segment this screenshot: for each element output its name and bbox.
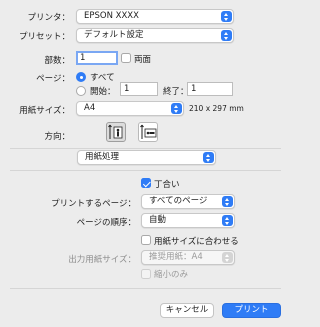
pages-to-label: 終了： [163,87,189,97]
portrait-button[interactable] [106,122,126,142]
pages-all-label: すべて [90,73,115,83]
divider [10,288,281,289]
pages-from-label: 開始： [90,87,116,97]
output-paper-size-label: 出力用紙サイズ： [68,255,136,265]
landscape-button[interactable] [138,122,158,142]
pages-to-print-value: すべてのページ [149,196,208,206]
chevron-updown-icon [221,11,232,22]
chevron-updown-icon [222,215,233,226]
scale-down-only-label: 縮小のみ [154,270,189,280]
page-order-label: ページの順序： [76,218,136,228]
divider [10,170,281,171]
orientation-label: 方向： [44,132,70,142]
portrait-icon [108,124,123,139]
copies-field[interactable]: 1 [76,51,118,65]
section-popup-value: 用紙処理 [85,152,120,162]
pages-range-radio[interactable] [76,86,86,96]
cancel-button[interactable]: キャンセル [160,303,214,318]
paper-size-value: A4 [84,103,96,113]
pages-to-field[interactable]: 1 [187,82,233,96]
chevron-updown-icon [222,196,233,207]
chevron-updown-icon [203,152,214,163]
output-paper-size-popup[interactable]: 推奨用紙：A4 [141,250,235,265]
print-button[interactable]: プリント [222,303,281,318]
printer-value: EPSON XXXX [84,11,139,21]
page-order-value: 自動 [149,215,167,225]
collate-label: 丁合い [154,180,180,190]
two-sided-label: 両面 [134,55,152,65]
printer-popup[interactable]: EPSON XXXX [76,9,234,24]
scale-to-fit-label: 用紙サイズに合わせる [154,237,239,247]
pages-to-print-label: プリントするページ： [51,199,136,209]
collate-checkbox[interactable] [141,178,151,188]
paper-dimensions: 210 x 297 mm [189,104,244,113]
printer-label: プリンタ： [27,13,70,23]
copies-label: 部数： [44,56,70,66]
two-sided-checkbox[interactable] [121,53,131,63]
pages-to-print-popup[interactable]: すべてのページ [141,194,235,209]
pages-from-field[interactable]: 1 [120,82,158,96]
paper-size-popup[interactable]: A4 [76,101,184,116]
preset-popup[interactable]: デフォルト設定 [76,28,234,43]
chevron-updown-icon [222,252,233,263]
page-order-popup[interactable]: 自動 [141,213,235,228]
chevron-updown-icon [221,30,232,41]
scale-to-fit-checkbox[interactable] [141,235,151,245]
pages-label: ページ： [36,74,70,84]
paper-size-label: 用紙サイズ： [19,106,70,116]
scale-down-only-checkbox[interactable] [141,269,151,279]
preset-value: デフォルト設定 [84,30,144,40]
pages-all-radio[interactable] [76,72,86,82]
output-paper-size-value: 推奨用紙：A4 [149,252,203,262]
chevron-updown-icon [171,103,182,114]
preset-label: プリセット： [18,32,70,42]
section-popup[interactable]: 用紙処理 [77,150,216,165]
divider [10,148,281,149]
landscape-icon [140,124,157,139]
